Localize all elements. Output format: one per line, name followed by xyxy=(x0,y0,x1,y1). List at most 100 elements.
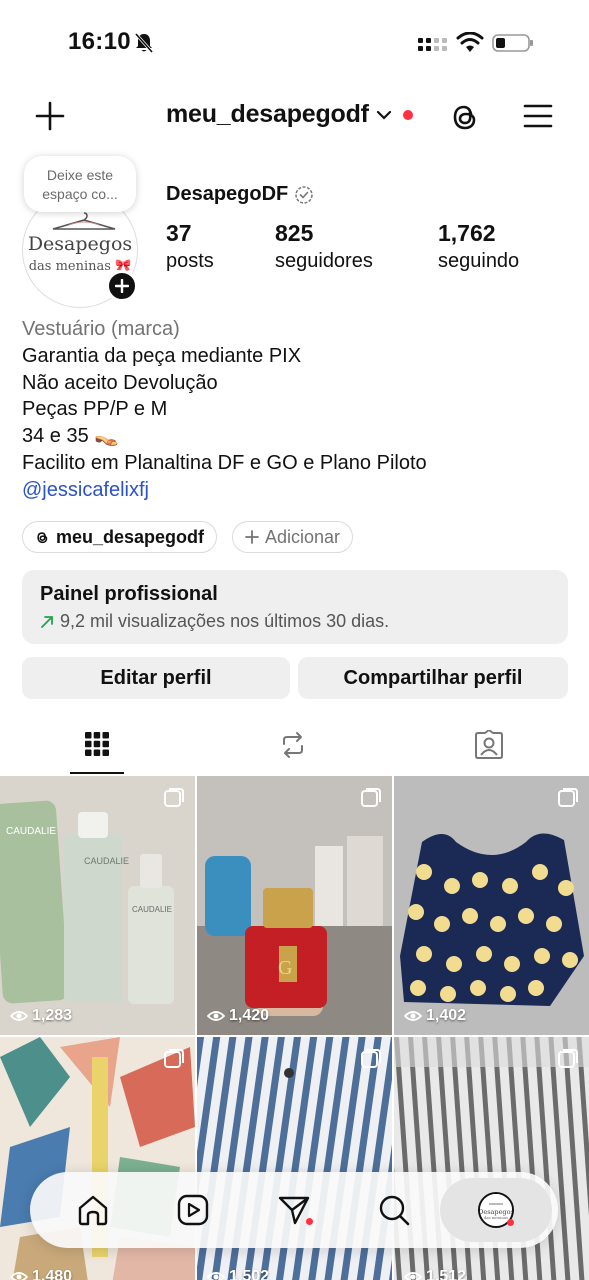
post-views-count: 1,512 xyxy=(426,1268,467,1280)
nav-home[interactable] xyxy=(75,1192,111,1228)
stat-followers[interactable]: 825 seguidores xyxy=(275,220,373,273)
bell-off-icon xyxy=(134,33,154,53)
bio-line: Facilito em Planaltina DF e GO e Plano P… xyxy=(22,451,427,474)
dashboard-subtitle-row: 9,2 mil visualizações nos últimos 30 dia… xyxy=(40,611,550,632)
status-bar: 16:10 xyxy=(0,0,589,86)
share-profile-button[interactable]: Compartilhar perfil xyxy=(298,657,568,699)
multiple-photos-icon xyxy=(558,788,578,807)
tab-reposts[interactable] xyxy=(266,716,320,774)
bio-line: Garantia da peça mediante PIX xyxy=(22,344,302,367)
multiple-photos-icon xyxy=(164,1049,184,1068)
trend-up-icon xyxy=(41,615,53,628)
eye-icon xyxy=(10,1011,28,1021)
tab-posts-grid[interactable] xyxy=(70,716,124,774)
dashboard-subtitle: 9,2 mil visualizações nos últimos 30 dia… xyxy=(60,611,390,631)
post-photo-polka-top xyxy=(394,776,589,1035)
svg-text:G: G xyxy=(278,957,292,979)
display-name: DesapegoDF xyxy=(166,183,289,205)
account-switcher[interactable]: meu_desapegodf xyxy=(166,100,413,129)
eye-icon xyxy=(10,1272,28,1280)
svg-text:CAUDALIE: CAUDALIE xyxy=(6,826,56,837)
messages-notification-dot xyxy=(306,1218,313,1225)
bio-line: Peças PP/P e M xyxy=(22,398,168,421)
grid-icon xyxy=(85,732,109,756)
reels-icon xyxy=(177,1194,209,1226)
tab-tagged[interactable] xyxy=(462,716,516,774)
avatar-area: Deixe este espaço co... Desapegos das me… xyxy=(20,152,140,308)
plus-small-icon xyxy=(245,530,259,544)
post-tile[interactable]: G 1,420 xyxy=(197,776,392,1035)
post-views-count: 1,420 xyxy=(229,1007,270,1024)
threads-icon[interactable] xyxy=(448,100,482,134)
reposts-icon xyxy=(283,732,303,758)
signal-icon xyxy=(418,38,447,51)
plus-icon[interactable] xyxy=(34,100,66,132)
chevron-down-icon xyxy=(376,110,391,120)
hanger-logo-icon xyxy=(52,212,116,230)
verified-badge-icon xyxy=(295,185,313,204)
post-tile[interactable]: 1,402 xyxy=(394,776,589,1035)
eye-icon xyxy=(404,1011,422,1021)
multiple-photos-icon xyxy=(558,1049,578,1068)
post-views-count: 1,502 xyxy=(229,1268,270,1280)
post-views-count: 1,480 xyxy=(32,1268,73,1280)
dashboard-title: Painel profissional xyxy=(40,583,218,605)
profile-header: meu_desapegodf xyxy=(0,86,589,148)
threads-chip[interactable]: meu_desapegodf xyxy=(22,521,218,553)
bio-link[interactable]: @jessicafelixfj xyxy=(22,477,427,504)
wifi-icon xyxy=(456,32,484,52)
professional-dashboard[interactable]: Painel profissional 9,2 mil visualizaçõe… xyxy=(22,570,568,644)
post-views-count: 1,283 xyxy=(32,1007,73,1024)
multiple-photos-icon xyxy=(361,788,381,807)
post-photo-skincare: CAUDALIE CAUDALIE CAUDALIE xyxy=(0,776,195,1035)
multiple-photos-icon xyxy=(164,788,184,807)
post-views: 1,480 xyxy=(10,1268,72,1280)
threads-chip-label: meu_desapegodf xyxy=(56,526,205,547)
stat-followers-label: seguidores xyxy=(275,250,373,272)
status-time: 16:10 xyxy=(68,28,131,55)
plus-small-icon xyxy=(115,279,129,293)
post-tile[interactable]: CAUDALIE CAUDALIE CAUDALIE 1,283 xyxy=(0,776,195,1035)
bottom-navigation: Desapegos das meninas xyxy=(30,1172,558,1248)
add-link-chip[interactable]: Adicionar xyxy=(232,521,354,553)
nav-reels[interactable] xyxy=(175,1192,211,1228)
stat-following[interactable]: 1,762 seguindo xyxy=(438,220,519,273)
tagged-icon xyxy=(475,730,503,759)
stat-posts-value: 37 xyxy=(166,220,192,246)
svg-text:das meninas: das meninas xyxy=(484,1215,508,1220)
threads-small-icon xyxy=(37,531,48,543)
add-story-button[interactable] xyxy=(106,270,138,302)
eye-icon xyxy=(207,1272,225,1280)
menu-icon[interactable] xyxy=(522,102,554,130)
post-photo-perfume: G xyxy=(197,776,392,1035)
note-bubble[interactable]: Deixe este espaço co... xyxy=(24,156,136,212)
post-views-count: 1,402 xyxy=(426,1007,467,1024)
nav-search[interactable] xyxy=(376,1192,412,1228)
bio-category: Vestuário (marca) xyxy=(22,318,180,340)
svg-text:CAUDALIE: CAUDALIE xyxy=(84,856,129,866)
home-icon xyxy=(78,1195,108,1226)
bio-line: Não aceito Devolução xyxy=(22,371,218,394)
bio-line: 34 e 35 👡 xyxy=(22,425,120,448)
multiple-photos-icon xyxy=(361,1049,381,1068)
battery-icon xyxy=(492,34,533,52)
eye-icon xyxy=(404,1272,422,1280)
stat-following-value: 1,762 xyxy=(438,220,496,246)
stat-posts[interactable]: 37 posts xyxy=(166,220,214,273)
edit-profile-button[interactable]: Editar perfil xyxy=(22,657,290,699)
post-views: 1,283 xyxy=(10,1007,72,1025)
stat-following-label: seguindo xyxy=(438,250,520,272)
add-link-label: Adicionar xyxy=(265,526,341,547)
stat-posts-label: posts xyxy=(166,250,214,272)
svg-text:CAUDALIE: CAUDALIE xyxy=(132,905,172,914)
profile-notification-dot xyxy=(507,1219,514,1226)
post-views: 1,512 xyxy=(404,1268,466,1280)
eye-icon xyxy=(207,1011,225,1021)
display-name-row: DesapegoDF xyxy=(166,183,314,206)
avatar-text-1: Desapegos xyxy=(27,233,133,255)
bio: Vestuário (marca) Garantia da peça media… xyxy=(22,316,427,504)
post-views: 1,502 xyxy=(207,1268,269,1280)
notification-dot xyxy=(402,109,413,120)
post-views: 1,420 xyxy=(207,1007,269,1025)
stat-followers-value: 825 xyxy=(275,220,314,246)
